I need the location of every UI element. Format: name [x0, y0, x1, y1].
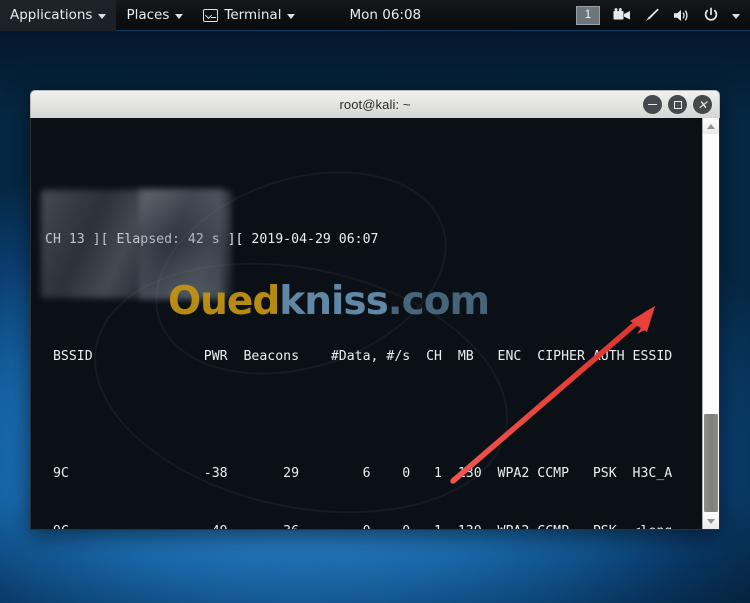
menu-terminal-label: Terminal: [224, 7, 282, 23]
menu-applications-label: Applications: [10, 7, 93, 23]
terminal-icon: [203, 8, 219, 22]
top-panel: Applications Places Terminal Mon 06:08 1: [0, 0, 750, 31]
chevron-down-icon: [98, 13, 107, 19]
scrollbar-track[interactable]: [703, 134, 719, 513]
power-icon[interactable]: [703, 7, 719, 23]
panel-clock[interactable]: Mon 06:08: [349, 7, 421, 23]
chevron-down-icon: [287, 13, 296, 19]
menu-places-label: Places: [126, 7, 170, 23]
close-button[interactable]: ✕: [693, 95, 712, 114]
minimize-button[interactable]: [643, 95, 662, 114]
system-tray: 1: [576, 5, 750, 25]
window-controls: ✕: [643, 95, 712, 114]
airodump-status-line: CH 13 ][ Elapsed: 42 s ][ 2019-04-29 06:…: [45, 231, 379, 247]
pen-icon[interactable]: [644, 7, 660, 23]
window-title: root@kali: ~: [339, 97, 411, 112]
terminal-scrollbar[interactable]: [702, 118, 719, 529]
terminal-body[interactable]: CH 13 ][ Elapsed: 42 s ][ 2019-04-29 06:…: [30, 118, 720, 530]
ap-table-row: 9C -49 36 0 0 1 130 WPA2 CCMP PSK <leng: [45, 522, 702, 529]
menu-places[interactable]: Places: [116, 0, 193, 31]
terminal-titlebar[interactable]: root@kali: ~ ✕: [30, 90, 720, 118]
camera-icon[interactable]: [613, 8, 631, 22]
volume-icon[interactable]: [673, 8, 690, 23]
ap-table-header: BSSID PWR Beacons #Data, #/s CH MB ENC C…: [45, 348, 673, 364]
maximize-button[interactable]: [668, 95, 687, 114]
terminal-window: root@kali: ~ ✕ CH 13 ][ Elapsed: 42 s ][…: [30, 90, 720, 530]
ap-table-row: 9C -38 29 6 0 1 130 WPA2 CCMP PSK H3C_A: [45, 465, 673, 481]
tray-chevron-down-icon[interactable]: [732, 13, 740, 19]
terminal-output[interactable]: CH 13 ][ Elapsed: 42 s ][ 2019-04-29 06:…: [31, 118, 702, 530]
scroll-up-button[interactable]: [703, 118, 719, 134]
menu-terminal[interactable]: Terminal: [193, 0, 305, 31]
scroll-down-button[interactable]: [703, 513, 719, 529]
screen: Applications Places Terminal Mon 06:08 1: [0, 0, 750, 603]
chevron-down-icon: [175, 13, 184, 19]
menu-applications[interactable]: Applications: [0, 0, 117, 31]
scrollbar-thumb[interactable]: [704, 414, 718, 512]
workspace-indicator[interactable]: 1: [576, 5, 600, 25]
